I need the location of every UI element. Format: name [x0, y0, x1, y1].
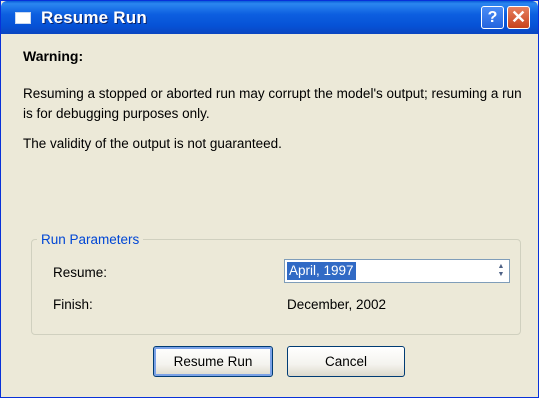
- window-icon: [15, 12, 31, 24]
- resume-run-button[interactable]: Resume Run: [153, 346, 273, 377]
- warning-message: Resuming a stopped or aborted run may co…: [23, 86, 522, 121]
- spin-down-icon[interactable]: ▼: [498, 271, 505, 279]
- validity-message: The validity of the output is not guaran…: [23, 136, 282, 151]
- resume-date-value[interactable]: April, 1997: [287, 262, 356, 280]
- help-button[interactable]: ?: [481, 6, 504, 29]
- close-button[interactable]: ✕: [507, 6, 530, 29]
- spin-up-icon[interactable]: ▲: [498, 263, 505, 271]
- run-parameters-legend: Run Parameters: [37, 232, 144, 247]
- spinner-arrows[interactable]: ▲ ▼: [494, 261, 508, 281]
- question-mark-icon: ?: [487, 8, 498, 26]
- finish-date-value: December, 2002: [287, 297, 387, 312]
- resume-run-dialog: Resume Run ? ✕ Warning: Resuming a stopp…: [0, 0, 539, 398]
- finish-label: Finish:: [53, 297, 93, 312]
- run-parameters-group: [31, 239, 521, 335]
- window-title: Resume Run: [41, 8, 147, 27]
- cancel-button[interactable]: Cancel: [287, 346, 405, 377]
- resume-label: Resume:: [53, 265, 108, 280]
- title-bar[interactable]: Resume Run ? ✕: [1, 1, 538, 34]
- warning-heading: Warning:: [23, 48, 84, 64]
- close-icon: ✕: [510, 7, 527, 27]
- resume-date-spinner[interactable]: April, 1997 ▲ ▼: [284, 259, 510, 283]
